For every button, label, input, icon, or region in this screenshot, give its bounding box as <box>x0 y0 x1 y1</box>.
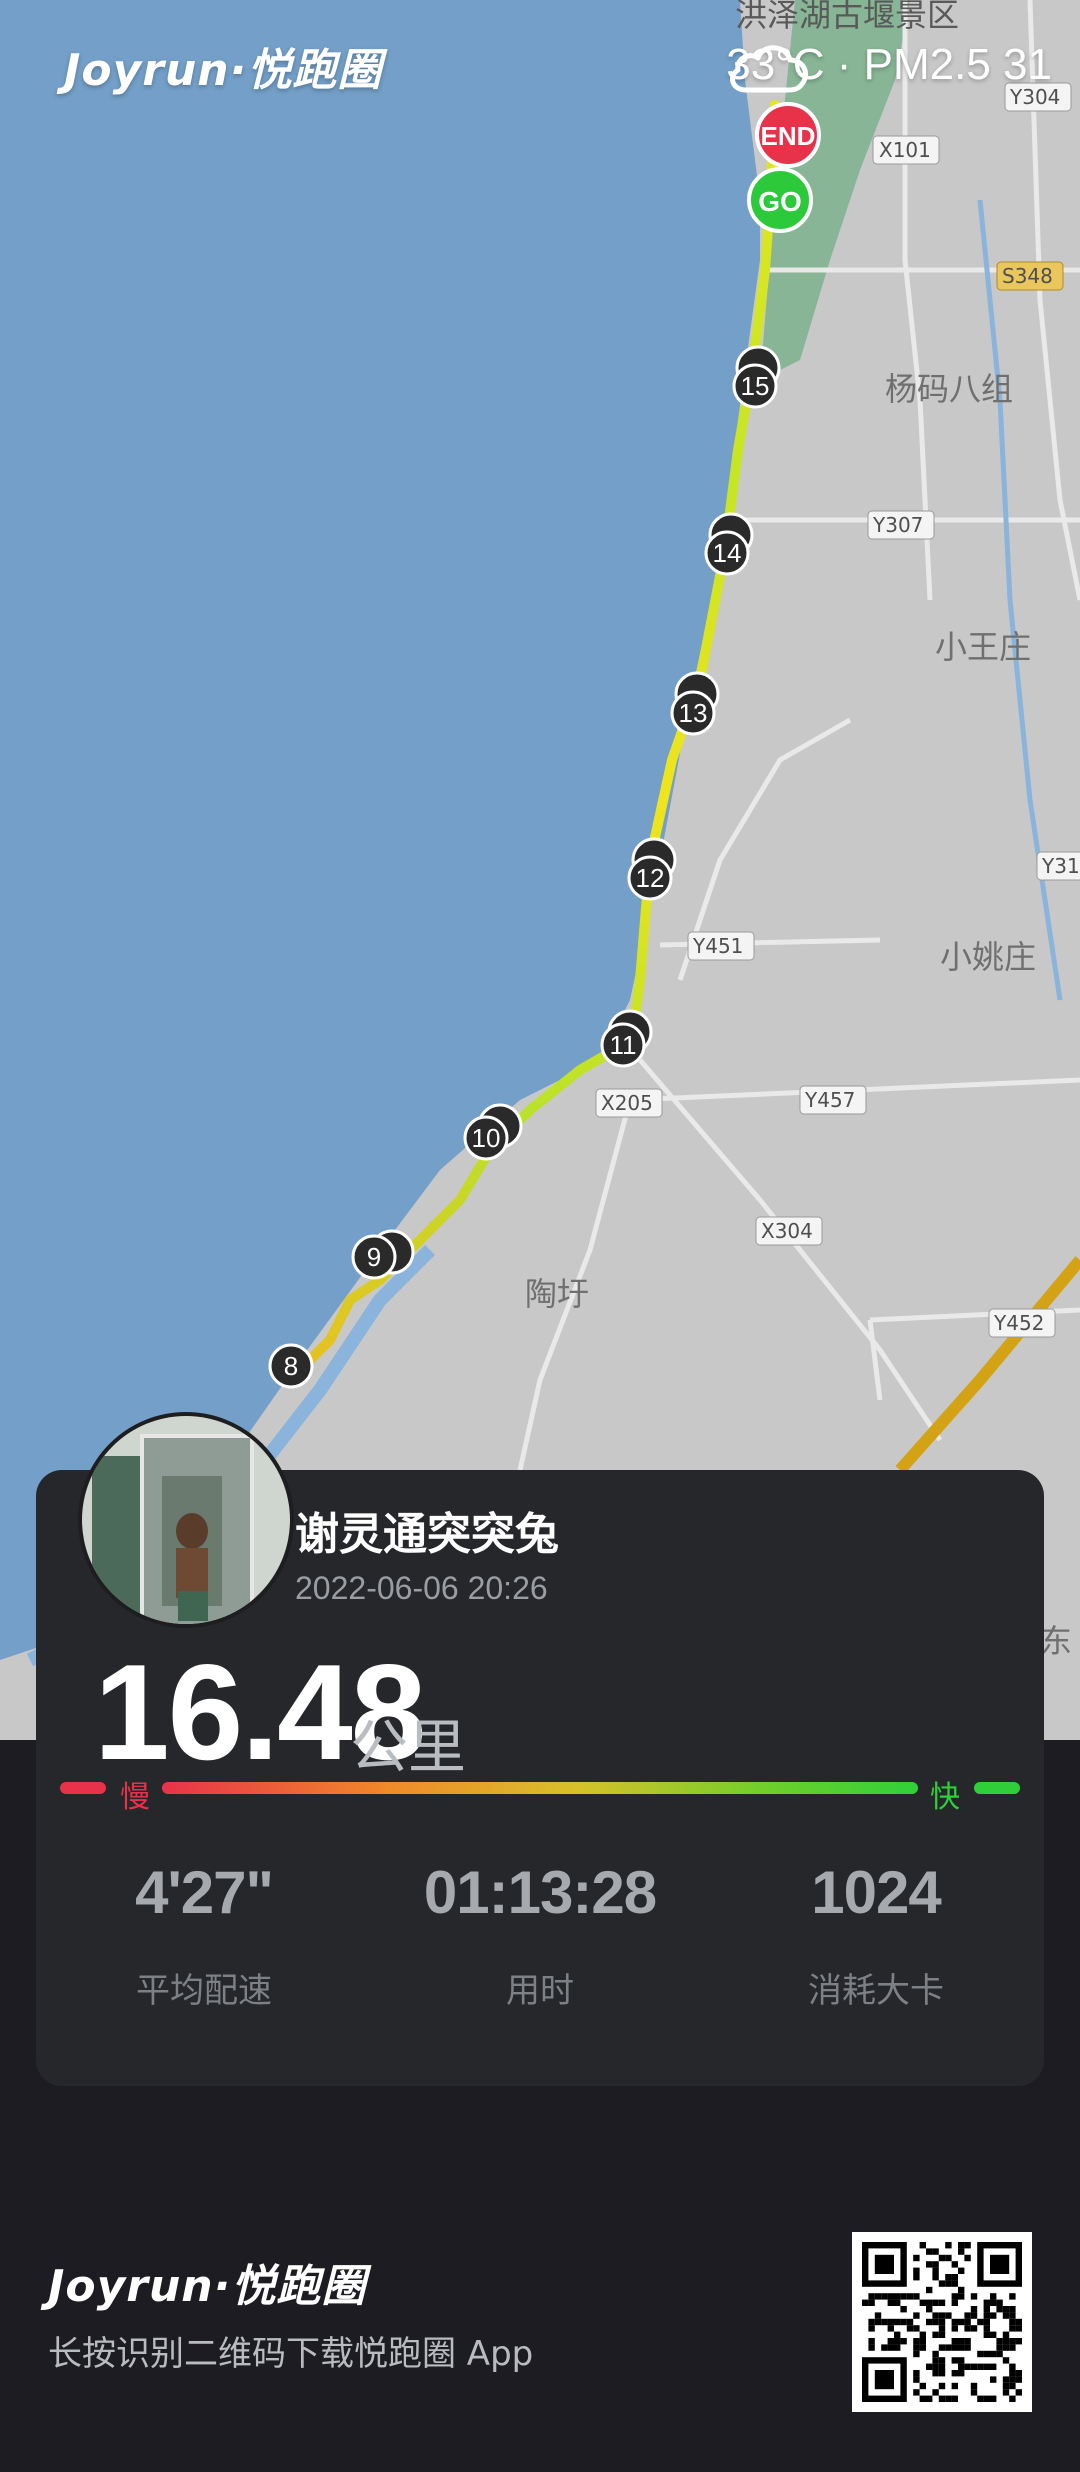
place-label: 小姚庄 <box>940 938 1036 976</box>
place-label: 洪泽湖古堰景区 <box>735 0 959 34</box>
svg-text:15: 15 <box>741 371 770 401</box>
svg-text:X101: X101 <box>879 138 931 162</box>
weather-info: 33°C · PM2.5 31 <box>726 40 1052 93</box>
svg-text:Y307: Y307 <box>872 513 923 537</box>
svg-text:END: END <box>761 121 816 151</box>
svg-text:S348: S348 <box>1002 264 1053 288</box>
lake-area <box>0 0 760 1660</box>
road-shield: X205 <box>595 1088 663 1118</box>
start-marker: GO <box>747 167 813 233</box>
road-shield: Y451 <box>687 931 755 961</box>
pace-legend-bar <box>60 1782 1020 1794</box>
km-marker: 12 <box>627 837 677 901</box>
download-tagline: 长按识别二维码下载悦跑圈 App <box>48 2334 534 2374</box>
svg-text:GO: GO <box>758 186 802 217</box>
stat-label: 用时 <box>506 1971 574 2011</box>
svg-text:13: 13 <box>679 698 708 728</box>
road-shield: Y31 <box>1036 851 1080 881</box>
km-marker: 8 <box>268 1343 314 1389</box>
place-label: 小王庄 <box>935 628 1031 666</box>
place-label: 东 <box>1040 1622 1072 1660</box>
svg-text:12: 12 <box>636 863 665 893</box>
pace-gradient <box>162 1782 918 1794</box>
avatar[interactable] <box>78 1412 294 1628</box>
svg-text:10: 10 <box>472 1123 501 1153</box>
stat-avg-pace: 4'27" 平均配速 <box>54 1858 354 2012</box>
stat-calories: 1024 消耗大卡 <box>726 1858 1026 2012</box>
svg-text:11: 11 <box>610 1030 637 1060</box>
run-datetime: 2022-06-06 20:26 <box>295 1570 548 1606</box>
svg-text:X304: X304 <box>761 1219 813 1243</box>
svg-text:Y452: Y452 <box>993 1311 1044 1335</box>
brand-logo-top: Joyrun·悦跑圈 <box>64 45 383 96</box>
place-label: 杨码八组 <box>885 370 1013 408</box>
stat-value: 01:13:28 <box>423 1859 657 1926</box>
stat-label: 消耗大卡 <box>808 1971 944 2011</box>
qr-code[interactable] <box>852 2232 1032 2412</box>
stat-value: 1024 <box>811 1859 941 1926</box>
svg-text:14: 14 <box>713 538 742 568</box>
road-shield: Y452 <box>988 1308 1056 1338</box>
stat-value: 4'27" <box>135 1859 274 1926</box>
km-marker: 9 <box>351 1229 415 1280</box>
svg-text:Y457: Y457 <box>804 1088 855 1112</box>
svg-text:8: 8 <box>284 1351 298 1381</box>
road-shield: X304 <box>755 1216 823 1246</box>
pace-fast-label: 快 <box>930 1780 960 1815</box>
cloud-icon <box>730 45 809 93</box>
svg-text:X205: X205 <box>601 1091 653 1115</box>
highway <box>895 1256 1080 1474</box>
km-marker: 15 <box>732 345 781 409</box>
road-shield: S348 <box>996 261 1064 291</box>
svg-text:Y31: Y31 <box>1041 854 1080 878</box>
brand-logo-bottom: Joyrun·悦跑圈 <box>48 2261 367 2312</box>
qr-code-image <box>862 2242 1022 2402</box>
svg-text:9: 9 <box>367 1242 381 1272</box>
slow-swatch <box>60 1782 106 1794</box>
km-marker: 14 <box>704 512 754 576</box>
km-marker: 13 <box>670 671 720 736</box>
svg-text:Y451: Y451 <box>692 934 743 958</box>
avatar-photo <box>82 1416 290 1624</box>
stat-duration: 01:13:28 用时 <box>390 1858 690 2012</box>
road-shield: X101 <box>872 135 940 165</box>
stat-label: 平均配速 <box>136 1971 272 2011</box>
road-shield: Y457 <box>799 1085 867 1115</box>
fast-swatch <box>974 1782 1020 1794</box>
place-label: 陶圩 <box>525 1275 589 1313</box>
end-marker: END <box>755 102 821 168</box>
user-name: 谢灵通突突兔 <box>295 1509 559 1560</box>
distance-unit: 公里 <box>350 1713 467 1781</box>
road-shield: Y307 <box>867 510 935 540</box>
pace-slow-label: 慢 <box>120 1780 150 1815</box>
